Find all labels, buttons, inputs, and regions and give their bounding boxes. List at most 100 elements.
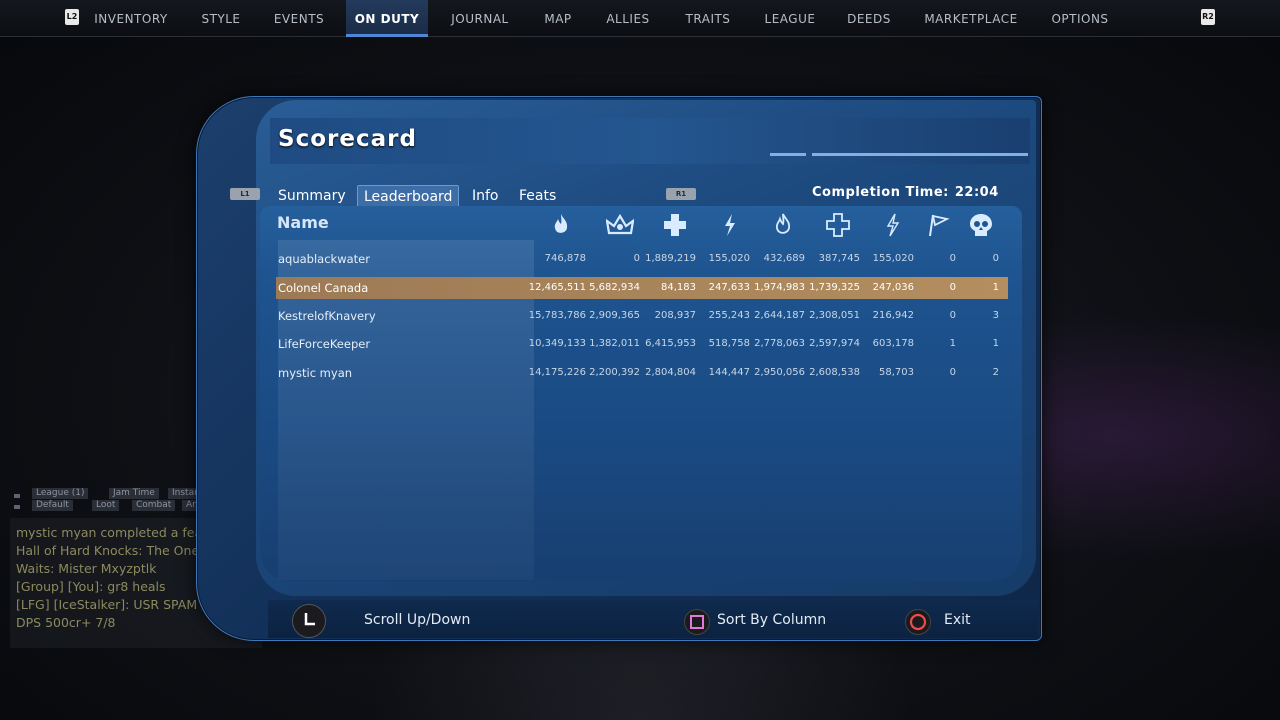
tab-summary[interactable]: Summary — [278, 185, 346, 207]
table-cell: 0 — [949, 282, 956, 293]
table-cell: 58,703 — [879, 367, 914, 378]
chat-settings-icon[interactable] — [14, 505, 20, 509]
nav-on-duty[interactable]: ON DUTY — [346, 0, 428, 37]
r2-button-hint: R2 — [1201, 9, 1215, 25]
table-row[interactable]: KestrelofKnavery 15,783,786 2,909,365 20… — [276, 305, 1008, 327]
nav-marketplace[interactable]: MARKETPLACE — [916, 0, 1026, 34]
cross-outline-icon[interactable] — [823, 210, 853, 240]
chat-tab-default[interactable]: Default — [32, 500, 73, 511]
table-cell: 0 — [949, 310, 956, 321]
chat-tab-league[interactable]: League (1) — [32, 488, 89, 499]
completion-time: Completion Time: 22:04 — [812, 185, 999, 200]
title-decoration — [812, 153, 1028, 156]
table-cell: 603,178 — [872, 338, 914, 349]
tab-info[interactable]: Info — [472, 185, 499, 207]
table-cell: 1 — [949, 338, 956, 349]
table-cell: 10,349,133 — [528, 338, 586, 349]
table-cell: 208,937 — [654, 310, 696, 321]
table-cell: 2,909,365 — [589, 310, 640, 321]
flag-icon[interactable] — [923, 210, 953, 240]
nav-allies[interactable]: ALLIES — [598, 0, 658, 34]
table-cell: 1,889,219 — [645, 253, 696, 264]
table-cell: 2,950,056 — [754, 367, 805, 378]
lightning-icon[interactable] — [715, 210, 745, 240]
table-cell: 518,758 — [708, 338, 750, 349]
table-cell: 746,878 — [544, 253, 586, 264]
table-cell: 1 — [992, 282, 999, 293]
left-stick-icon — [292, 604, 326, 638]
table-cell: 2,804,804 — [645, 367, 696, 378]
top-nav-bar: L2 INVENTORY STYLE EVENTS ON DUTY JOURNA… — [0, 0, 1280, 37]
table-row[interactable]: LifeForceKeeper 10,349,133 1,382,011 6,4… — [276, 333, 1008, 355]
table-cell: 155,020 — [708, 253, 750, 264]
crown-burst-icon[interactable] — [605, 210, 635, 240]
player-name: aquablackwater — [278, 252, 370, 266]
title-decoration — [770, 153, 806, 156]
square-button-icon[interactable] — [684, 609, 710, 635]
table-cell: 0 — [633, 253, 640, 264]
nav-journal[interactable]: JOURNAL — [442, 0, 518, 34]
table-cell: 15,783,786 — [528, 310, 586, 321]
flame-icon[interactable] — [546, 210, 576, 240]
lightning-outline-icon[interactable] — [878, 210, 908, 240]
player-name: KestrelofKnavery — [278, 309, 376, 323]
nav-options[interactable]: OPTIONS — [1044, 0, 1116, 34]
heal-cross-icon[interactable] — [660, 210, 690, 240]
chat-tab-jam-time[interactable]: Jam Time — [109, 488, 159, 499]
table-cell: 2,308,051 — [809, 310, 860, 321]
tab-feats[interactable]: Feats — [519, 185, 556, 207]
nav-deeds[interactable]: DEEDS — [840, 0, 898, 34]
table-cell: 3 — [992, 310, 999, 321]
table-cell: 247,633 — [708, 282, 750, 293]
table-cell: 6,415,953 — [645, 338, 696, 349]
completion-value: 22:04 — [954, 185, 999, 200]
column-header-name[interactable]: Name — [277, 213, 329, 232]
nav-traits[interactable]: TRAITS — [676, 0, 740, 34]
player-name: LifeForceKeeper — [278, 337, 371, 351]
table-cell: 0 — [992, 253, 999, 264]
l2-button-hint: L2 — [65, 9, 79, 25]
player-name: Colonel Canada — [278, 281, 369, 295]
flame-outline-icon[interactable] — [768, 210, 798, 240]
page-title: Scorecard — [278, 126, 417, 152]
table-cell: 5,682,934 — [589, 282, 640, 293]
exit-label[interactable]: Exit — [944, 612, 971, 628]
table-cell: 2,778,063 — [754, 338, 805, 349]
table-cell: 2,644,187 — [754, 310, 805, 321]
nav-inventory[interactable]: INVENTORY — [86, 0, 176, 34]
nav-league[interactable]: LEAGUE — [758, 0, 822, 34]
chat-tab-loot[interactable]: Loot — [92, 500, 120, 511]
table-cell: 0 — [949, 367, 956, 378]
nav-style[interactable]: STYLE — [194, 0, 248, 34]
table-cell: 144,447 — [708, 367, 750, 378]
table-row[interactable]: aquablackwater 746,878 0 1,889,219 155,0… — [276, 248, 1008, 270]
skull-icon[interactable] — [966, 210, 996, 240]
table-cell: 1,382,011 — [589, 338, 640, 349]
l1-button-hint: L1 — [230, 188, 260, 200]
table-cell: 1,739,325 — [809, 282, 860, 293]
table-cell: 2 — [992, 367, 999, 378]
table-cell: 1 — [992, 338, 999, 349]
table-row[interactable]: mystic myan 14,175,226 2,200,392 2,804,8… — [276, 362, 1008, 384]
table-cell: 255,243 — [708, 310, 750, 321]
sort-by-column-label[interactable]: Sort By Column — [717, 612, 826, 628]
nav-events[interactable]: EVENTS — [266, 0, 332, 34]
table-cell: 387,745 — [818, 253, 860, 264]
table-cell: 155,020 — [872, 253, 914, 264]
table-cell: 2,608,538 — [809, 367, 860, 378]
table-cell: 0 — [949, 253, 956, 264]
chat-collapse-icon[interactable] — [14, 494, 20, 498]
chat-tab-combat[interactable]: Combat — [132, 500, 176, 511]
nav-map[interactable]: MAP — [536, 0, 580, 34]
table-cell: 2,597,974 — [809, 338, 860, 349]
scroll-hint-label: Scroll Up/Down — [364, 612, 471, 628]
r1-button-hint: R1 — [666, 188, 696, 200]
table-cell: 432,689 — [763, 253, 805, 264]
table-cell: 1,974,983 — [754, 282, 805, 293]
table-cell: 247,036 — [872, 282, 914, 293]
table-cell: 14,175,226 — [528, 367, 586, 378]
table-cell: 216,942 — [872, 310, 914, 321]
table-row-selected[interactable]: Colonel Canada 12,465,511 5,682,934 84,1… — [276, 277, 1008, 299]
table-cell: 12,465,511 — [528, 282, 586, 293]
circle-button-icon[interactable] — [905, 609, 931, 635]
